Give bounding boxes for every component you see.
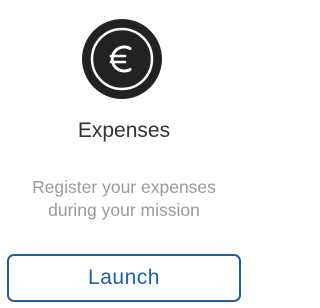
description-line-2: during your mission (48, 200, 200, 220)
description-line-1: Register your expenses (32, 177, 216, 197)
euro-icon (80, 17, 164, 101)
expenses-card: Expenses Register your expenses during y… (0, 0, 248, 308)
launch-button[interactable]: Launch (7, 254, 241, 302)
launch-button-label: Launch (88, 266, 160, 289)
card-description: Register your expenses during your missi… (14, 176, 234, 222)
card-title: Expenses (77, 119, 171, 142)
